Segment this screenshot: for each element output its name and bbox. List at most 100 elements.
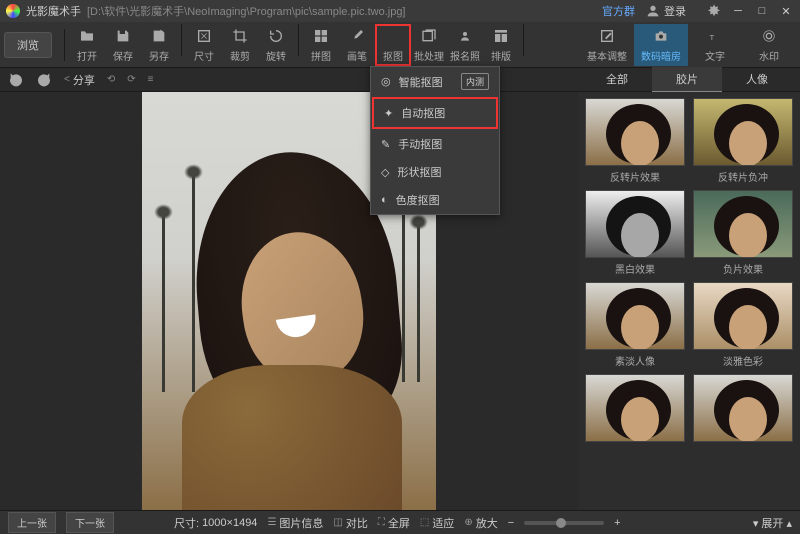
effect-label: 负片效果 (723, 261, 763, 276)
dropdown-item-0[interactable]: ◎智能抠图内测 (371, 67, 499, 96)
effect-label: 反转片负冲 (718, 169, 768, 184)
app-logo-icon (6, 4, 20, 18)
effect-thumb (585, 98, 685, 166)
saveas-icon (149, 26, 169, 46)
tool-grid[interactable]: 拼图 (303, 24, 339, 66)
brush-icon (347, 26, 367, 46)
redo-icon (36, 72, 52, 88)
expand-button[interactable]: ▾ 展开 ▴ (753, 515, 792, 531)
id-icon (455, 26, 475, 46)
main-toolbar: 浏览 打开保存另存尺寸裁剪旋转拼图画笔抠图批处理报名照排版 基本调整数码暗房T文… (0, 22, 800, 68)
effect-label: 淡雅色彩 (723, 353, 763, 368)
layout-icon (491, 26, 511, 46)
history-list[interactable]: ≡ (148, 74, 154, 85)
effect-thumb (693, 282, 793, 350)
camera-icon (651, 26, 671, 46)
zoom-button[interactable]: ⊕ 放大 (464, 515, 497, 531)
tool-folder[interactable]: 打开 (69, 24, 105, 66)
user-icon (645, 3, 661, 19)
zoom-in-icon[interactable]: + (614, 517, 620, 529)
filter-tab-1[interactable]: 胶片 (652, 67, 722, 93)
tool-wand[interactable]: 抠图 (375, 24, 411, 66)
batch-icon (419, 26, 439, 46)
minimize-button[interactable]: ─ (730, 3, 746, 19)
resize-icon (194, 26, 214, 46)
dd-icon: ✦ (384, 107, 393, 120)
fit-button[interactable]: ⬚ 适应 (420, 515, 454, 531)
share-button[interactable]: < 分享 (64, 72, 95, 88)
panel-tab-watermark[interactable]: 水印 (742, 24, 796, 66)
tool-resize[interactable]: 尺寸 (186, 24, 222, 66)
zoom-slider[interactable] (524, 521, 604, 525)
effect-thumb (585, 374, 685, 442)
file-path: [D:\软件\光影魔术手\NeoImaging\Program\pic\samp… (87, 3, 406, 19)
cutout-dropdown: ◎智能抠图内测✦自动抠图✎手动抠图◇形状抠图◐色度抠图 (370, 66, 500, 215)
tool-saveas[interactable]: 另存 (141, 24, 177, 66)
panel-tab-text[interactable]: T文字 (688, 24, 742, 66)
effect-thumb (585, 282, 685, 350)
tool-layout[interactable]: 排版 (483, 24, 519, 66)
app-title: 光影魔术手 (26, 3, 81, 19)
panel-tab-edit[interactable]: 基本调整 (580, 24, 634, 66)
tool-rotate[interactable]: 旋转 (258, 24, 294, 66)
effect-thumb (693, 98, 793, 166)
dd-icon: ◎ (381, 75, 391, 88)
effect-label: 黑白效果 (615, 261, 655, 276)
effect-item-7[interactable] (692, 374, 794, 445)
titlebar: 光影魔术手 [D:\软件\光影魔术手\NeoImaging\Program\pi… (0, 0, 800, 22)
history-fwd[interactable]: ⟳ (127, 74, 135, 85)
filter-tab-0[interactable]: 全部 (582, 67, 652, 93)
fullscreen-button[interactable]: ⛶ 全屏 (378, 515, 410, 531)
rotate-icon (266, 26, 286, 46)
dropdown-item-1[interactable]: ✦自动抠图 (372, 97, 498, 129)
official-group-link[interactable]: 官方群 (602, 3, 635, 19)
folder-icon (77, 26, 97, 46)
filter-tab-2[interactable]: 人像 (722, 67, 792, 93)
effect-item-6[interactable] (584, 374, 686, 445)
effect-item-2[interactable]: 黑白效果 (584, 190, 686, 276)
crop-icon (230, 26, 250, 46)
save-icon (113, 26, 133, 46)
login-button[interactable]: 登录 (645, 3, 686, 19)
effect-thumb (585, 190, 685, 258)
beta-badge: 内测 (461, 73, 489, 90)
text-icon: T (705, 26, 725, 46)
effect-item-1[interactable]: 反转片负冲 (692, 98, 794, 184)
statusbar: 上一张 下一张 尺寸:1000×1494 ☰ 图片信息 ◫ 对比 ⛶ 全屏 ⬚ … (0, 510, 800, 534)
dd-icon: ✎ (381, 138, 390, 151)
dd-icon: ◐ (381, 194, 388, 206)
prev-image-button[interactable]: 上一张 (8, 512, 56, 533)
dropdown-item-4[interactable]: ◐色度抠图 (371, 186, 499, 214)
effect-thumb (693, 190, 793, 258)
wand-icon (383, 26, 403, 46)
dropdown-item-2[interactable]: ✎手动抠图 (371, 130, 499, 158)
tool-batch[interactable]: 批处理 (411, 24, 447, 66)
history-back[interactable]: ⟲ (107, 74, 115, 85)
edit-icon (597, 26, 617, 46)
effect-item-4[interactable]: 素淡人像 (584, 282, 686, 368)
image-info-button[interactable]: ☰ 图片信息 (267, 515, 323, 531)
grid-icon (311, 26, 331, 46)
effects-panel: 反转片效果反转片负冲黑白效果 负片效果素淡人像 淡雅色彩 (578, 92, 800, 510)
tool-brush[interactable]: 画笔 (339, 24, 375, 66)
effect-item-5[interactable]: 淡雅色彩 (692, 282, 794, 368)
close-button[interactable]: ✕ (778, 3, 794, 19)
dd-icon: ◇ (381, 166, 389, 179)
next-image-button[interactable]: 下一张 (66, 512, 114, 533)
redo-button[interactable] (36, 72, 52, 88)
tool-crop[interactable]: 裁剪 (222, 24, 258, 66)
browse-button[interactable]: 浏览 (4, 32, 52, 58)
effect-item-3[interactable]: 负片效果 (692, 190, 794, 276)
dimensions-label: 尺寸:1000×1494 (174, 515, 257, 531)
dropdown-item-3[interactable]: ◇形状抠图 (371, 158, 499, 186)
tool-save[interactable]: 保存 (105, 24, 141, 66)
effect-item-0[interactable]: 反转片效果 (584, 98, 686, 184)
settings-icon[interactable] (706, 3, 722, 19)
tool-id[interactable]: 报名照 (447, 24, 483, 66)
maximize-button[interactable]: □ (754, 3, 770, 19)
undo-button[interactable] (8, 72, 24, 88)
panel-tab-camera[interactable]: 数码暗房 (634, 24, 688, 66)
compare-button[interactable]: ◫ 对比 (333, 515, 367, 531)
zoom-out-icon[interactable]: − (508, 517, 514, 529)
effect-label: 素淡人像 (615, 353, 655, 368)
